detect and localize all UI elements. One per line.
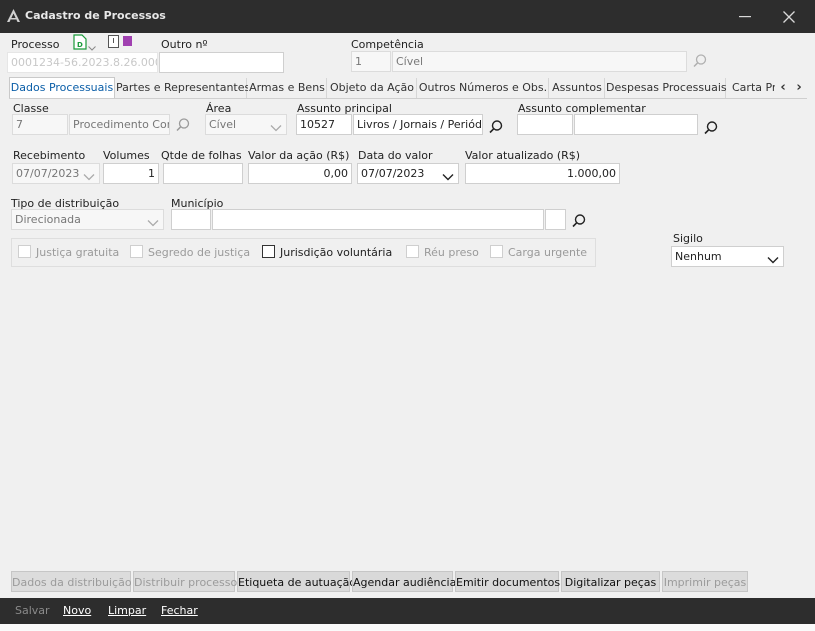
tab-carta-precatoria[interactable]: Carta Pr	[727, 78, 775, 98]
assunto-complementar-field[interactable]	[574, 114, 698, 135]
segredo-justica-checkbox[interactable]	[130, 245, 143, 258]
qtde-folhas-label: Qtde de folhas	[161, 149, 242, 162]
note-icon[interactable]	[108, 35, 119, 51]
competencia-field[interactable]: Cível	[392, 51, 687, 72]
digitalizar-pecas-button[interactable]: Digitalizar peças	[561, 571, 660, 592]
etiqueta-autuacao-button[interactable]: Etiqueta de autuação	[237, 571, 356, 592]
minimize-button[interactable]	[723, 0, 767, 33]
tab-assuntos[interactable]: Assuntos	[550, 78, 605, 98]
fechar-button[interactable]: Fechar	[161, 604, 198, 617]
svg-text:D: D	[77, 41, 83, 49]
classe-search-icon[interactable]	[175, 117, 191, 133]
title-bar: Cadastro de Processos	[0, 0, 815, 33]
assunto-principal-field[interactable]: Livros / Jornais / Periódicos	[353, 114, 483, 135]
valor-atualizado-field[interactable]: 1.000,00	[465, 163, 620, 184]
carga-urgente-checkbox[interactable]	[490, 245, 503, 258]
recebimento-date-field[interactable]: 07/07/2023	[12, 163, 100, 184]
agendar-audiencia-button[interactable]: Agendar audiência	[352, 571, 456, 592]
novo-button[interactable]: Novo	[63, 604, 91, 617]
chevron-down-icon	[147, 214, 159, 229]
distribuir-processo-button[interactable]: Distribuir processo	[133, 571, 237, 592]
window-title: Cadastro de Processos	[25, 9, 166, 22]
sigilo-label: Sigilo	[673, 232, 703, 245]
limpar-button[interactable]: Limpar	[108, 604, 146, 617]
processo-field[interactable]: 0001234-56.2023.8.26.0000	[7, 52, 158, 73]
assunto-complementar-code-field[interactable]	[517, 114, 573, 135]
assunto-principal-code-field[interactable]: 10527	[296, 114, 352, 135]
app-logo-icon	[7, 9, 20, 25]
justica-gratuita-checkbox[interactable]	[18, 245, 31, 258]
tab-despesas-processuais[interactable]: Despesas Processuais	[606, 78, 727, 98]
status-strip	[0, 624, 815, 631]
reu-preso-label: Réu preso	[424, 246, 479, 259]
tab-partes-representantes[interactable]: Partes e Representantes	[116, 78, 250, 98]
chevron-down-icon	[767, 251, 779, 266]
municipio-uf-field[interactable]	[545, 209, 566, 230]
volumes-label: Volumes	[103, 149, 150, 162]
competencia-label: Competência	[351, 38, 424, 51]
valor-acao-field[interactable]: 0,00	[248, 163, 352, 184]
municipio-code-field[interactable]	[171, 209, 211, 230]
valor-atualizado-label: Valor atualizado (R$)	[465, 149, 581, 162]
valor-acao-label: Valor da ação (R$)	[248, 149, 350, 162]
bottom-toolbar: Salvar Novo Limpar Fechar	[0, 598, 815, 624]
dados-distribuicao-button[interactable]: Dados da distribuição	[11, 571, 132, 592]
chevron-down-icon	[442, 168, 454, 183]
tab-dados-processuais[interactable]: Dados Processuais	[9, 77, 115, 99]
imprimir-pecas-button[interactable]: Imprimir peças	[662, 571, 748, 592]
salvar-button[interactable]: Salvar	[15, 604, 50, 617]
tab-bar: Dados Processuais Partes e Representante…	[9, 77, 807, 99]
recebimento-label: Recebimento	[13, 149, 86, 162]
document-green-icon[interactable]: D	[73, 34, 87, 53]
tab-objeto-acao[interactable]: Objeto da Ação	[328, 78, 417, 98]
tipo-distribuicao-select[interactable]: Direcionada	[11, 209, 164, 230]
carga-urgente-label: Carga urgente	[508, 246, 588, 259]
assunto-complementar-search-icon[interactable]	[703, 120, 719, 136]
qtde-folhas-field[interactable]	[163, 163, 243, 184]
segredo-justica-label: Segredo de justiça	[148, 246, 251, 259]
municipio-search-icon[interactable]	[571, 213, 587, 229]
sigilo-select[interactable]: Nenhum	[671, 246, 784, 267]
outro-numero-label: Outro nº	[161, 38, 208, 51]
classe-code-field[interactable]: 7	[12, 114, 68, 135]
search-icon[interactable]	[692, 53, 708, 69]
volumes-field[interactable]: 1	[103, 163, 159, 184]
jurisdicao-voluntaria-label: Jurisdição voluntária	[280, 246, 393, 259]
data-valor-label: Data do valor	[358, 149, 433, 162]
emitir-documentos-button[interactable]: Emitir documentos	[455, 571, 560, 592]
tab-outros-numeros[interactable]: Outros Números e Obs.	[418, 78, 549, 98]
area-select[interactable]: Cível	[205, 114, 287, 135]
chevron-down-icon	[270, 119, 282, 134]
purple-marker-icon[interactable]	[123, 36, 132, 49]
competencia-code-field[interactable]: 1	[351, 51, 391, 72]
classe-field[interactable]: Procedimento Comum Cível	[69, 114, 170, 135]
process-registration-window: Cadastro de Processos Processo D 0001234…	[0, 0, 815, 631]
jurisdicao-voluntaria-checkbox[interactable]	[262, 245, 275, 258]
municipio-field[interactable]	[212, 209, 544, 230]
close-button[interactable]	[767, 0, 811, 33]
outro-numero-field[interactable]	[159, 52, 284, 73]
tab-armas-bens[interactable]: Armas e Bens	[248, 78, 327, 98]
reu-preso-checkbox[interactable]	[406, 245, 419, 258]
data-valor-date-field[interactable]: 07/07/2023	[357, 163, 459, 184]
justica-gratuita-label: Justiça gratuita	[36, 246, 120, 259]
tab-scroll-right-button[interactable]: ›	[791, 78, 807, 98]
processo-label: Processo	[11, 38, 60, 51]
assunto-principal-search-icon[interactable]	[488, 119, 504, 135]
chevron-down-icon	[83, 168, 95, 183]
tab-scroll-left-button[interactable]: ‹	[775, 78, 791, 98]
